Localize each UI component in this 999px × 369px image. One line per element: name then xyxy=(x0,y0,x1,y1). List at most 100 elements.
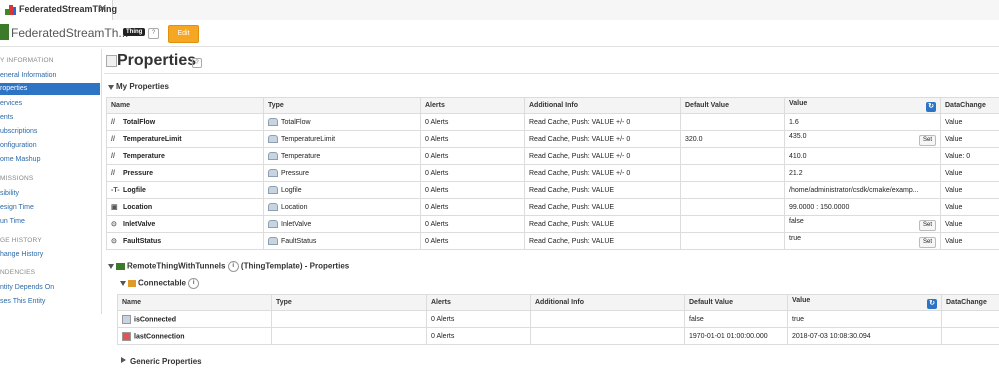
property-alerts[interactable]: 0 Alerts xyxy=(420,147,525,165)
sidebar-item-change-history[interactable]: hange History xyxy=(0,251,43,258)
property-value-label: 99.0000 : 150.0000 xyxy=(789,203,850,211)
base-type-icon: // xyxy=(111,118,115,126)
property-name[interactable]: lastConnection xyxy=(117,327,272,345)
section-title-my-properties: My Properties xyxy=(116,82,169,91)
property-alerts[interactable]: 0 Alerts xyxy=(426,310,531,328)
table-row[interactable]: // Pressure Pressure 0 Alerts Read Cache, Pu… xyxy=(106,164,999,182)
property-name[interactable]: ⊙ FaultStatus xyxy=(106,232,264,250)
property-type-label: InletValve xyxy=(281,220,312,228)
property-alerts[interactable]: 0 Alerts xyxy=(420,130,525,148)
info-icon[interactable]: i xyxy=(188,278,200,289)
collapse-icon[interactable] xyxy=(108,264,114,269)
column-header-default-value[interactable]: Default Value xyxy=(680,97,785,114)
sidebar-item-uses-this-entity[interactable]: ses This Entity xyxy=(0,298,45,305)
calendar-icon xyxy=(122,331,131,341)
page-title: Properties xyxy=(117,52,197,69)
table-row[interactable]: // TemperatureLimit TemperatureLimit 0 Aler… xyxy=(106,130,999,148)
my-properties-table: Name Type Alerts Additional Info Default… xyxy=(106,97,999,250)
sidebar-item-home-mashup[interactable]: ome Mashup xyxy=(0,156,40,163)
property-name[interactable]: isConnected xyxy=(117,310,272,328)
column-header-name[interactable]: Name xyxy=(117,294,272,311)
property-additional-info: Read Cache, Push: VALUE xyxy=(524,181,681,199)
template-name: RemoteThingWithTunnels xyxy=(127,261,226,271)
property-default-value xyxy=(680,113,785,131)
template-suffix: (ThingTemplate) - Properties xyxy=(240,261,350,271)
sidebar-item-design-time[interactable]: esign Time xyxy=(0,204,34,211)
sidebar-item-properties[interactable]: roperties xyxy=(0,83,100,95)
property-value-label: 1.6 xyxy=(789,118,799,126)
connectable-table: Name Type Alerts Additional Info Default… xyxy=(117,294,999,345)
tab-federated-stream-thing[interactable]: FederatedStreamThing ✕ xyxy=(0,0,117,20)
set-button[interactable]: Set xyxy=(918,219,936,231)
info-icon[interactable]: i xyxy=(227,261,239,272)
table-row[interactable]: lastConnection 0 Alerts 1970-01-01 01:00:0… xyxy=(117,327,999,345)
property-name[interactable]: -T- Logfile xyxy=(106,181,264,199)
property-additional-info: Read Cache, Push: VALUE xyxy=(524,198,681,216)
refresh-icon[interactable]: ↻ xyxy=(927,298,937,309)
property-alerts[interactable]: 0 Alerts xyxy=(420,232,525,250)
table-row[interactable]: ⊙ FaultStatus FaultStatus 0 Alerts Read Cach… xyxy=(106,232,999,250)
sidebar-item-run-time[interactable]: un Time xyxy=(0,218,25,225)
column-header-value[interactable]: Value ↻ xyxy=(787,294,942,311)
sidebar-item-subscriptions[interactable]: ubscriptions xyxy=(0,128,37,135)
column-header-datachange[interactable]: DataChange xyxy=(940,97,999,114)
property-alerts[interactable]: 0 Alerts xyxy=(420,198,525,216)
close-icon[interactable]: ✕ xyxy=(98,2,107,15)
entity-header: FederatedStreamTh... Thing ? Edit xyxy=(0,20,999,47)
edit-button[interactable]: Edit xyxy=(168,25,199,43)
thing-icon xyxy=(0,24,9,40)
sidebar-item-configuration[interactable]: onfiguration xyxy=(0,142,37,149)
set-button[interactable]: Set xyxy=(918,236,936,248)
column-header-default-value[interactable]: Default Value xyxy=(684,294,788,311)
help-icon[interactable]: ? xyxy=(148,28,159,39)
table-row[interactable]: // TotalFlow TotalFlow 0 Alerts Read Cache, … xyxy=(106,113,999,131)
sidebar-item-entity-depends-on[interactable]: ntity Depends On xyxy=(0,284,54,291)
column-header-datachange[interactable]: DataChange xyxy=(941,294,999,311)
boolean-icon xyxy=(122,314,131,324)
section-title-generic-properties: Generic Properties xyxy=(130,357,202,366)
help-icon[interactable]: ? xyxy=(192,58,202,68)
base-type-icon: ▣ xyxy=(111,204,118,211)
property-value: false Set xyxy=(784,215,941,233)
property-name[interactable]: // TotalFlow xyxy=(106,113,264,131)
sidebar-item-general-information[interactable]: eneral Information xyxy=(0,72,56,79)
column-header-value[interactable]: Value ↻ xyxy=(784,97,941,114)
property-type-label: TemperatureLimit xyxy=(281,135,336,143)
column-header-additional-info[interactable]: Additional Info xyxy=(524,97,681,114)
property-value: /home/administrator/csdk/cmake/examp... xyxy=(784,181,941,199)
collapse-icon[interactable] xyxy=(120,281,126,286)
property-name[interactable]: // Temperature xyxy=(106,147,264,165)
sidebar-item-visibility[interactable]: sibility xyxy=(0,190,19,197)
table-row[interactable]: // Temperature Temperature 0 Alerts Read Cac… xyxy=(106,147,999,165)
set-button[interactable]: Set xyxy=(918,134,936,146)
sidebar-item-services[interactable]: ervices xyxy=(0,100,22,107)
column-header-alerts[interactable]: Alerts xyxy=(426,294,531,311)
column-header-type[interactable]: Type xyxy=(263,97,421,114)
table-row[interactable]: -T- Logfile Logfile 0 Alerts Read Cache, Pus… xyxy=(106,181,999,199)
table-row[interactable]: ⊙ InletValve InletValve 0 Alerts Read Cache,… xyxy=(106,215,999,233)
collapse-icon[interactable] xyxy=(108,85,114,90)
column-header-additional-info[interactable]: Additional Info xyxy=(530,294,685,311)
property-datachange: Value: 0 xyxy=(940,147,999,165)
property-name-label: Logfile xyxy=(123,186,146,194)
column-header-type[interactable]: Type xyxy=(271,294,427,311)
expand-icon[interactable] xyxy=(121,357,126,363)
property-alerts[interactable]: 0 Alerts xyxy=(420,113,525,131)
property-alerts[interactable]: 0 Alerts xyxy=(420,164,525,182)
table-row[interactable]: ▣ Location Location 0 Alerts Read Cache, Pus… xyxy=(106,198,999,216)
property-name[interactable]: ▣ Location xyxy=(106,198,264,216)
column-header-name[interactable]: Name xyxy=(106,97,264,114)
property-name[interactable]: // Pressure xyxy=(106,164,264,182)
property-type-label: Pressure xyxy=(281,169,310,177)
property-alerts[interactable]: 0 Alerts xyxy=(420,181,525,199)
property-alerts[interactable]: 0 Alerts xyxy=(426,327,531,345)
column-header-alerts[interactable]: Alerts xyxy=(420,97,525,114)
property-name[interactable]: // TemperatureLimit xyxy=(106,130,264,148)
table-row[interactable]: isConnected 0 Alerts false true xyxy=(117,310,999,328)
property-alerts[interactable]: 0 Alerts xyxy=(420,215,525,233)
refresh-icon[interactable]: ↻ xyxy=(926,101,936,112)
property-name[interactable]: ⊙ InletValve xyxy=(106,215,264,233)
property-name-label: InletValve xyxy=(123,221,156,228)
sidebar-item-events[interactable]: ents xyxy=(0,114,13,121)
property-value: 2018-07-03 10:08:30.094 xyxy=(787,327,942,345)
